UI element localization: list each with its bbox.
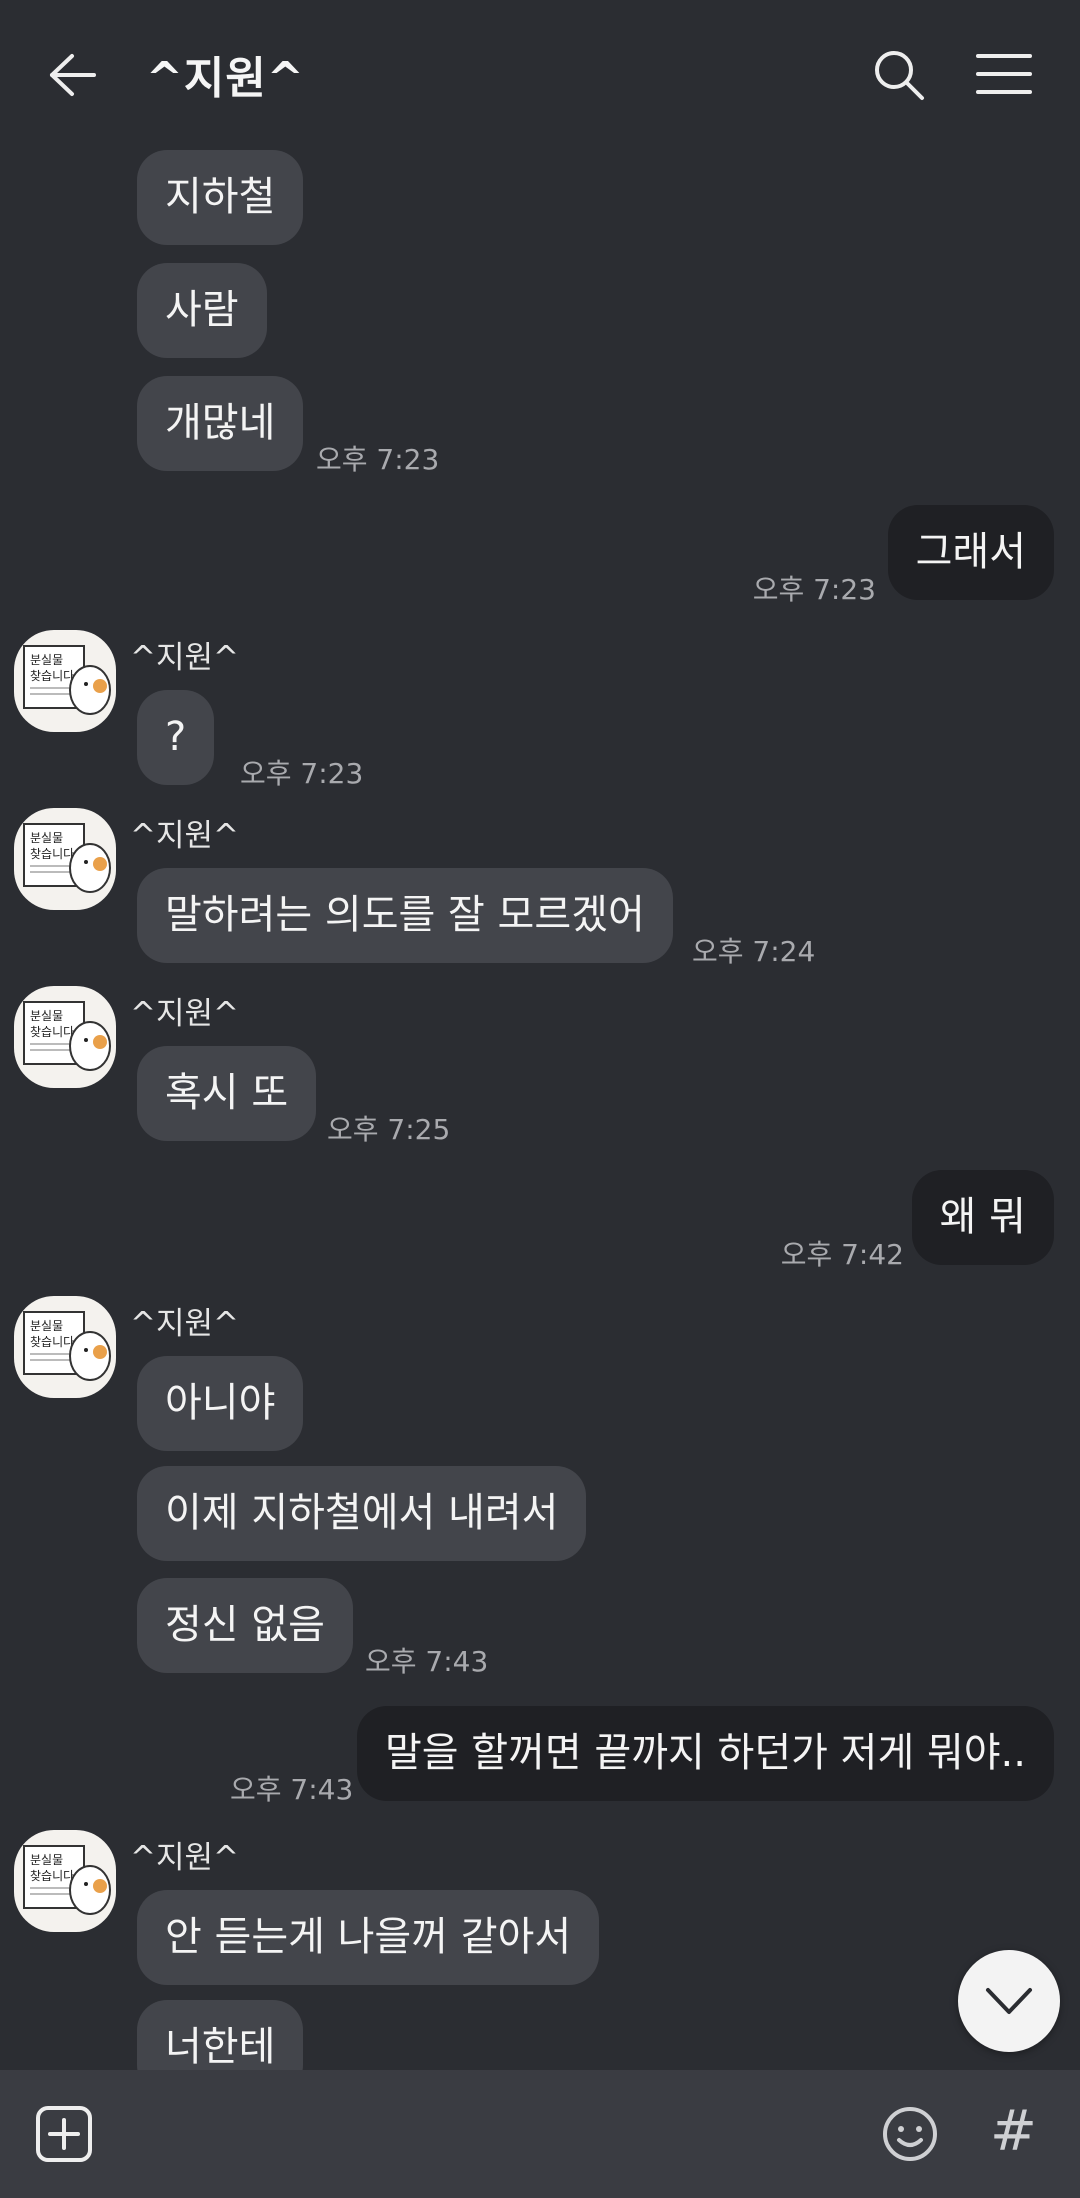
svg-text:찾습니다: 찾습니다 (30, 669, 74, 683)
message-time: 오후 7:23 (240, 757, 364, 790)
message-time: 오후 7:25 (327, 1113, 451, 1146)
message-bubble[interactable]: 혹시 또 (137, 1046, 317, 1141)
svg-text:분실물: 분실물 (30, 1319, 63, 1333)
sender-name: ^지원^ (130, 1840, 239, 1876)
hamburger-menu-icon[interactable] (976, 50, 1032, 98)
message-bubble[interactable]: 안 듣는게 나을꺼 같아서 (137, 1890, 600, 1985)
avatar-image: 분실물 찾습니다 (23, 645, 111, 715)
svg-text:분실물: 분실물 (30, 653, 63, 667)
chevron-down-icon (986, 1988, 1032, 2014)
my-message-bubble[interactable]: 그래서 (887, 505, 1054, 600)
message-time: 오후 7:43 (365, 1645, 489, 1678)
avatar[interactable]: 분실물 찾습니다 (14, 630, 116, 732)
avatar[interactable]: 분실물 찾습니다 (14, 1830, 116, 1932)
message-bubble[interactable]: 사람 (137, 263, 267, 358)
avatar[interactable]: 분실물 찾습니다 (14, 986, 116, 1088)
message-bubble[interactable]: 말하려는 의도를 잘 모르겠어 (137, 868, 673, 963)
svg-text:분실물: 분실물 (30, 1853, 63, 1867)
message-time: 오후 7:24 (692, 935, 816, 968)
chat-message-list[interactable]: 지하철 사람 개많네 오후 7:23 그래서 오후 7:23 분실물 찾습니다 … (0, 0, 1080, 2070)
svg-text:분실물: 분실물 (30, 831, 63, 845)
sender-name: ^지원^ (130, 640, 239, 676)
plus-square-icon[interactable] (34, 2104, 94, 2164)
message-bubble[interactable]: ? (137, 690, 215, 785)
avatar-image: 분실물 찾습니다 (23, 1845, 111, 1915)
svg-text:찾습니다: 찾습니다 (30, 1869, 74, 1883)
emoji-smile-icon[interactable] (880, 2104, 940, 2164)
chat-header: ^지원^ (0, 0, 1080, 150)
message-bubble[interactable]: 아니야 (137, 1356, 304, 1451)
sender-name: ^지원^ (130, 996, 239, 1032)
message-bubble[interactable]: 지하철 (137, 150, 304, 245)
scroll-to-bottom-button[interactable] (958, 1950, 1060, 2052)
svg-text:찾습니다: 찾습니다 (30, 1025, 74, 1039)
hash-icon[interactable]: # (990, 2100, 1037, 2164)
avatar-image: 분실물 찾습니다 (23, 1001, 111, 1071)
svg-text:분실물: 분실물 (30, 1009, 63, 1023)
message-bubble[interactable]: 개많네 (137, 376, 304, 471)
svg-text:찾습니다: 찾습니다 (30, 1335, 74, 1349)
avatar-image: 분실물 찾습니다 (23, 823, 111, 893)
message-time: 오후 7:23 (316, 443, 440, 476)
message-time: 오후 7:23 (752, 573, 876, 606)
message-time: 오후 7:43 (230, 1773, 354, 1806)
chat-title: ^지원^ (146, 53, 305, 104)
sender-name: ^지원^ (130, 818, 239, 854)
message-input-bar: # (0, 2070, 1080, 2198)
avatar[interactable]: 분실물 찾습니다 (14, 1296, 116, 1398)
my-message-bubble[interactable]: 왜 뭐 (911, 1170, 1054, 1265)
message-bubble[interactable]: 이제 지하철에서 내려서 (137, 1466, 587, 1561)
search-icon[interactable] (872, 48, 926, 102)
avatar-image: 분실물 찾습니다 (23, 1311, 111, 1381)
message-time: 오후 7:42 (780, 1238, 904, 1271)
my-message-bubble[interactable]: 말을 할꺼면 끝까지 하던가 저게 뭐야.. (356, 1706, 1054, 1801)
arrow-left-icon[interactable] (48, 52, 98, 98)
message-bubble[interactable]: 정신 없음 (137, 1578, 353, 1673)
message-bubble[interactable]: 너한테 (137, 2000, 304, 2070)
svg-text:찾습니다: 찾습니다 (30, 847, 74, 861)
sender-name: ^지원^ (130, 1306, 239, 1342)
avatar[interactable]: 분실물 찾습니다 (14, 808, 116, 910)
